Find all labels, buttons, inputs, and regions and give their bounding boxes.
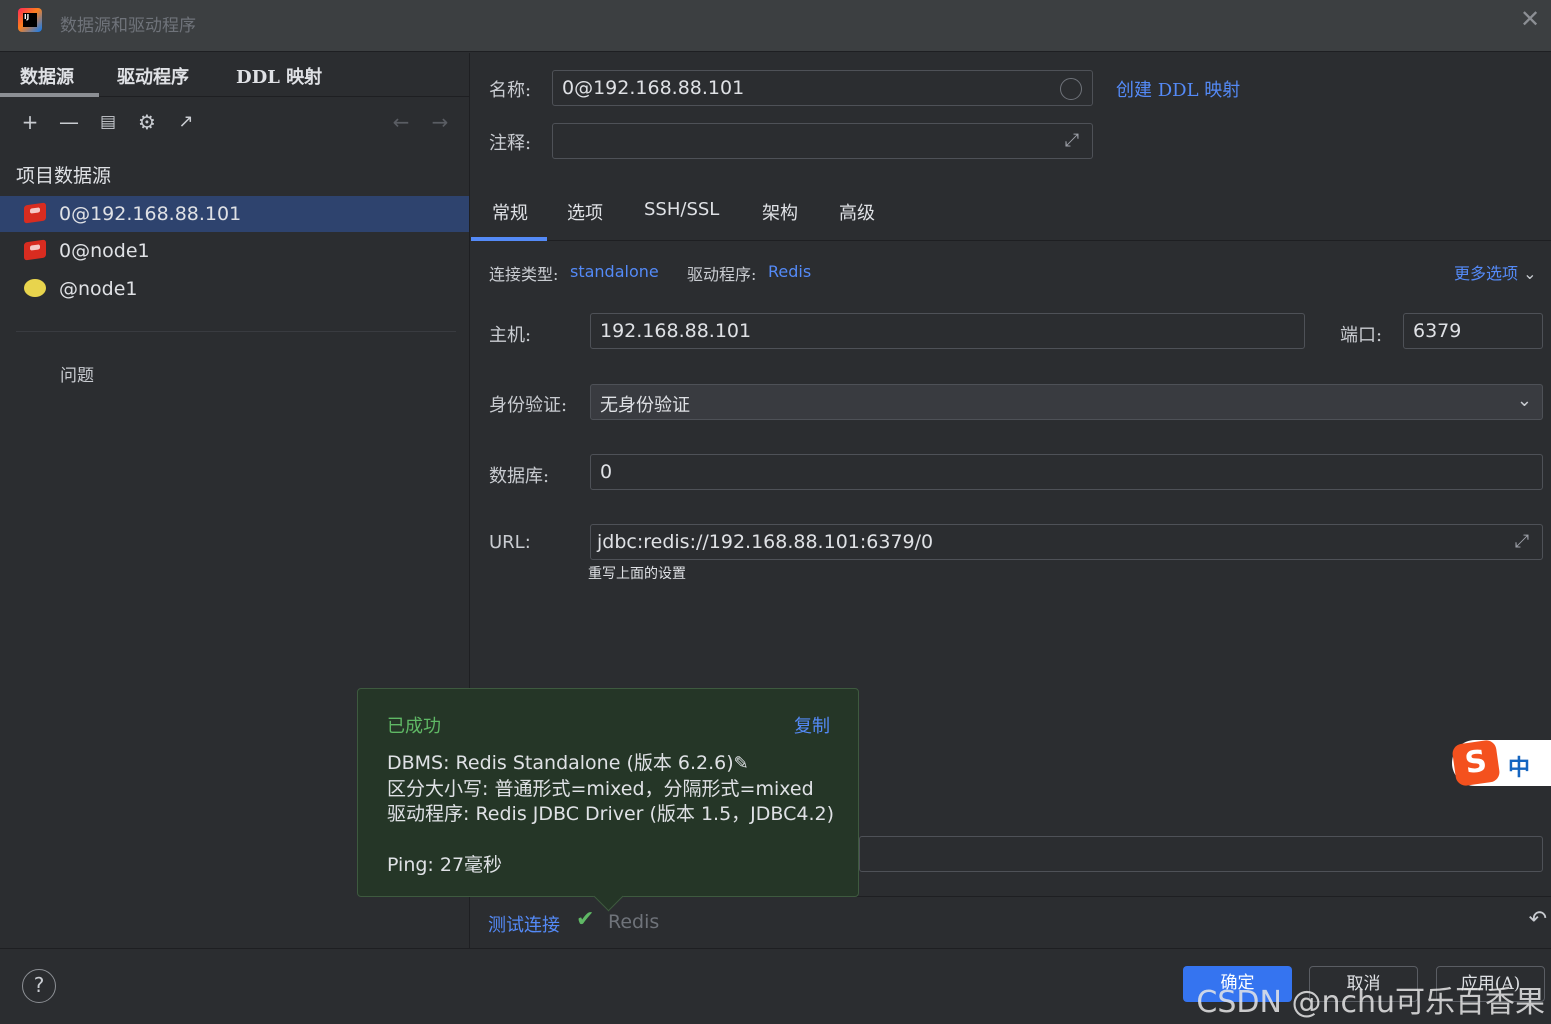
tab-drivers[interactable]: 驱动程序 (117, 63, 189, 89)
dbms-info-text: DBMS: Redis Standalone (版本 6.2.6) (387, 752, 734, 774)
undo-icon[interactable]: ↶ (1529, 907, 1547, 932)
active-tab-indicator (471, 237, 547, 241)
datasource-label: 0@node1 (59, 240, 150, 262)
add-icon[interactable]: + (18, 110, 42, 134)
ping-info: Ping: 27毫秒 (387, 854, 503, 876)
auth-value: 无身份验证 (600, 395, 690, 416)
datasource-item[interactable]: @node1 (0, 271, 469, 307)
tab-options[interactable]: 选项 (567, 199, 603, 225)
case-sensitivity-info: 区分大小写: 普通形式=mixed，分隔形式=mixed (387, 778, 814, 800)
host-value: 192.168.88.101 (600, 320, 752, 342)
window-title: 数据源和驱动程序 (60, 16, 196, 36)
datasource-item[interactable]: 0@node1 (0, 233, 469, 269)
driver-label: 驱动程序: (687, 265, 757, 284)
database-value: 0 (600, 461, 613, 483)
dialog-footer: ? 确定 取消 应用(A) CSDN @nchu可乐百香果 (0, 948, 1551, 1024)
check-icon: ✔ (576, 907, 595, 932)
driver-value[interactable]: Redis (768, 262, 811, 281)
tab-general[interactable]: 常规 (492, 199, 528, 225)
auth-label: 身份验证: (489, 395, 568, 416)
left-tabs: 数据源 驱动程序 DDL 映射 (0, 53, 470, 97)
more-options-label: 更多选项 (1454, 264, 1519, 283)
help-icon[interactable]: ? (22, 969, 56, 1003)
port-value: 6379 (1413, 320, 1462, 342)
tab-schemas[interactable]: 架构 (762, 199, 798, 225)
auth-select[interactable]: 无身份验证 ⌄ (590, 384, 1543, 420)
url-value: jdbc:redis://192.168.88.101:6379/0 (597, 531, 934, 553)
url-field[interactable]: jdbc:redis://192.168.88.101:6379/0 ⤢ (590, 524, 1543, 560)
back-arrow-icon[interactable]: ← (389, 110, 413, 134)
app-logo-icon: IJ (18, 8, 42, 32)
host-label: 主机: (489, 325, 532, 346)
sogou-logo-icon: S (1451, 739, 1501, 787)
datasource-label: @node1 (59, 278, 138, 300)
partially-hidden-field[interactable] (859, 836, 1543, 872)
test-connection-link[interactable]: 测试连接 (488, 911, 560, 937)
more-options-link[interactable]: 更多选项 ⌄ (1454, 260, 1537, 284)
remove-icon[interactable]: — (57, 110, 81, 134)
copy-link[interactable]: 复制 (794, 712, 830, 738)
watermark: CSDN @nchu可乐百香果 (1196, 985, 1545, 1020)
expand-icon[interactable]: ⤢ (1060, 129, 1084, 153)
redis-icon (24, 202, 46, 224)
expand-icon[interactable]: ⤢ (1510, 530, 1534, 554)
tab-ssh-ssl[interactable]: SSH/SSL (644, 199, 719, 220)
connection-success-popup: 已成功 复制 DBMS: Redis Standalone (版本 6.2.6)… (357, 688, 859, 897)
driver-info: 驱动程序: Redis JDBC Driver (版本 1.5，JDBC4.2) (387, 803, 835, 825)
comment-field[interactable]: ⤢ (552, 123, 1093, 159)
duplicate-icon[interactable]: ▤ (96, 110, 120, 134)
settings-tabs: 常规 选项 SSH/SSL 架构 高级 (471, 183, 1551, 241)
active-tab-indicator (0, 93, 99, 97)
database-field[interactable]: 0 (590, 454, 1543, 490)
connection-type-label: 连接类型: (489, 265, 559, 284)
tab-data-sources[interactable]: 数据源 (20, 63, 74, 89)
connection-test-bar: 测试连接 ✔ Redis ↶ (471, 896, 1551, 948)
database-label: 数据库: (489, 466, 550, 487)
problems-item[interactable]: 问题 (60, 361, 94, 386)
url-hint: 重写上面的设置 (588, 566, 686, 582)
gear-icon[interactable]: ⚙ (135, 110, 159, 134)
port-field[interactable]: 6379 (1403, 313, 1543, 349)
name-value: 0@192.168.88.101 (562, 77, 745, 99)
connection-type-value[interactable]: standalone (570, 262, 659, 281)
port-label: 端口: (1340, 325, 1383, 346)
chevron-down-icon: ⌄ (1516, 390, 1532, 411)
pencil-icon[interactable]: ✎ (734, 753, 749, 774)
keydb-icon (24, 279, 46, 297)
left-toolbar: + — ▤ ⚙ ↗ ← → (0, 98, 470, 146)
name-field[interactable]: 0@192.168.88.101 (552, 70, 1093, 106)
close-icon[interactable]: ✕ (1519, 7, 1541, 31)
datasource-label: 0@192.168.88.101 (59, 203, 242, 225)
divider (16, 331, 456, 332)
url-label: URL: (489, 532, 531, 553)
tab-advanced[interactable]: 高级 (839, 199, 875, 225)
driver-name-label: Redis (608, 911, 660, 933)
name-label: 名称: (489, 80, 532, 101)
comment-label: 注释: (489, 133, 532, 154)
datasource-item[interactable]: 0@192.168.88.101 (0, 196, 469, 232)
create-ddl-mapping-link[interactable]: 创建 DDL 映射 (1116, 76, 1240, 102)
ime-mode-label: 中 (1508, 756, 1531, 781)
ime-badge[interactable]: S 中 (1451, 739, 1551, 787)
project-data-sources-heading: 项目数据源 (16, 165, 112, 187)
tab-ddl-mappings[interactable]: DDL 映射 (236, 63, 322, 89)
external-link-icon[interactable]: ↗ (174, 110, 198, 134)
color-circle-icon[interactable] (1060, 78, 1082, 100)
title-bar: IJ 数据源和驱动程序 ✕ (0, 0, 1551, 52)
dbms-info: DBMS: Redis Standalone (版本 6.2.6)✎ (387, 748, 749, 775)
host-field[interactable]: 192.168.88.101 (590, 313, 1305, 349)
chevron-down-icon: ⌄ (1523, 264, 1537, 283)
success-status: 已成功 (387, 716, 441, 737)
forward-arrow-icon[interactable]: → (428, 110, 452, 134)
redis-icon (24, 239, 46, 261)
